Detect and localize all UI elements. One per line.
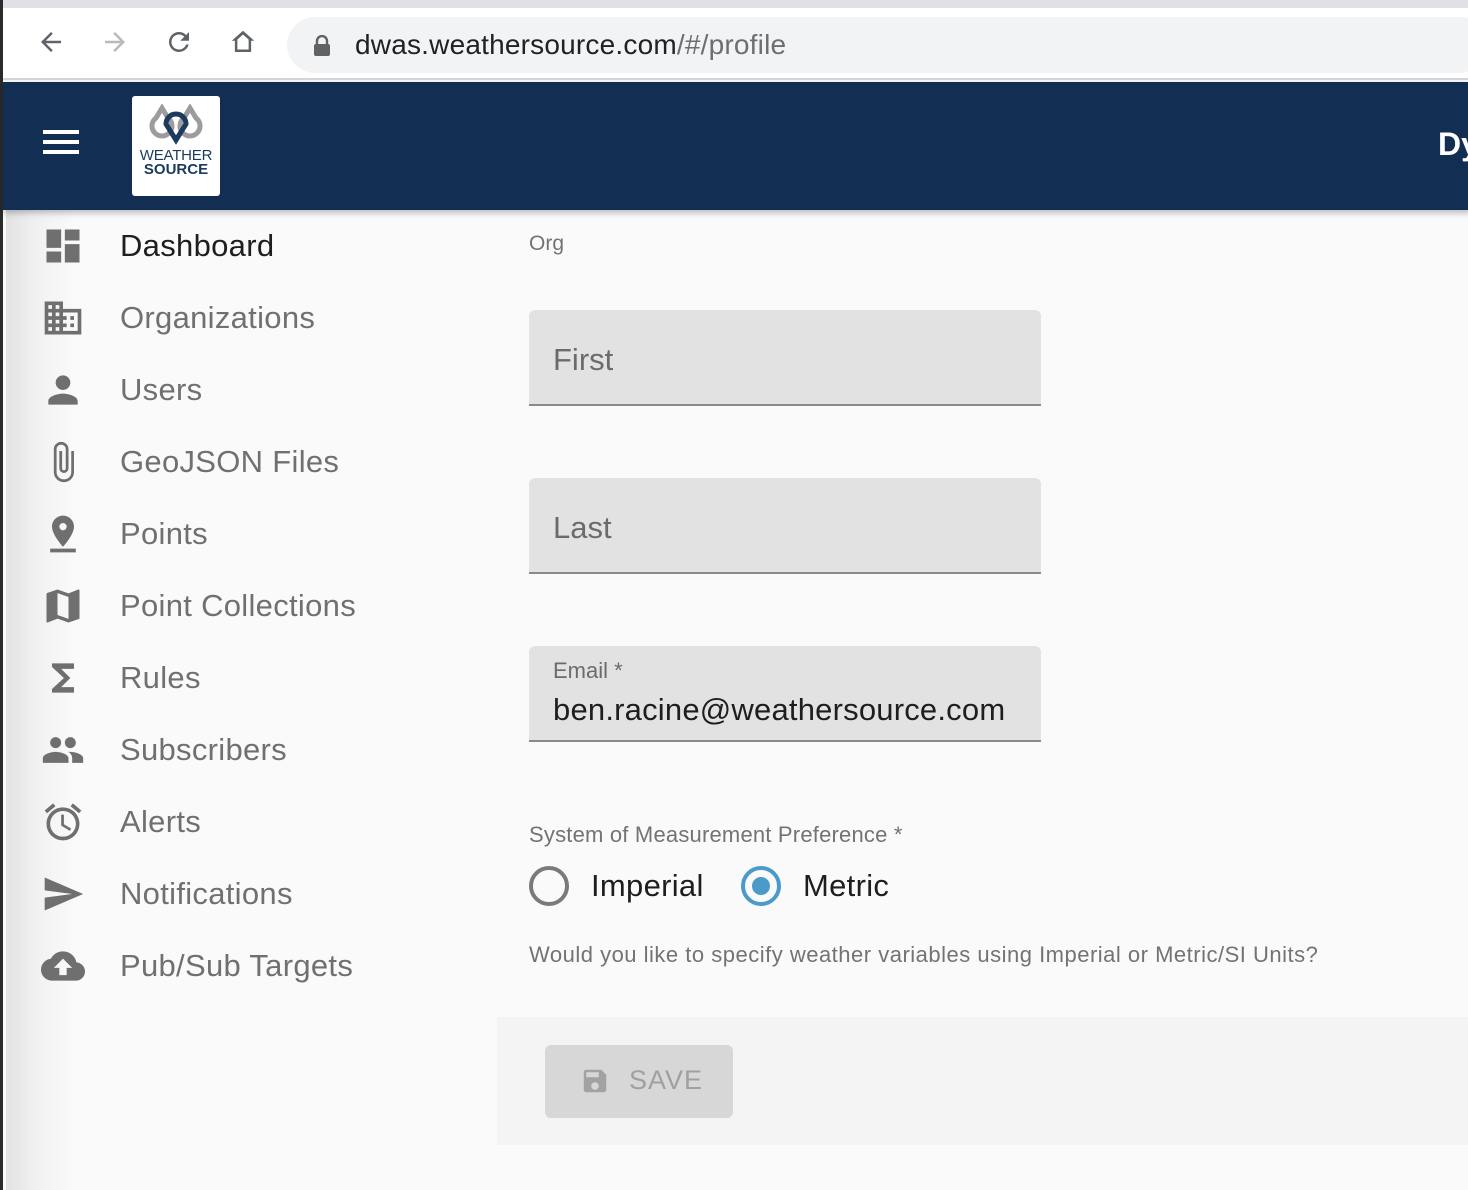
sidebar-item-label: Alerts [120,804,202,839]
radio-imperial[interactable]: Imperial [529,866,704,906]
sidebar-item-label: Point Collections [120,588,356,623]
url-text[interactable]: dwas.weathersource.com/#/profile [355,29,786,61]
send-icon [41,872,85,916]
sidebar-item-label: GeoJSON Files [120,444,340,479]
sigma-icon [41,656,85,700]
sidebar-item-geojson-files[interactable]: GeoJSON Files [6,426,486,498]
first-name-placeholder: First [553,342,614,377]
sidebar-item-label: Subscribers [120,732,287,767]
sidebar-item-label: Rules [120,660,201,695]
people-icon [41,728,85,772]
email-field[interactable]: Email * ben.racine@weathersource.com [529,646,1041,742]
reload-button[interactable] [161,24,197,60]
home-button[interactable] [225,24,261,60]
forward-button[interactable] [97,24,133,60]
url-host: dwas.weathersource.com [355,29,677,60]
menu-icon-bar [43,130,79,134]
address-bar[interactable]: dwas.weathersource.com/#/profile [287,17,1468,73]
sidebar-item-point-collections[interactable]: Point Collections [6,570,486,642]
dashboard-icon [41,224,85,268]
measurement-helper-text: Would you like to specify weather variab… [529,942,1319,967]
logo-text-source: SOURCE [143,161,209,178]
forward-arrow-icon [105,32,125,52]
save-button-label: SAVE [629,1065,704,1095]
url-path: /#/profile [676,29,787,60]
radio-checked-icon [741,866,781,906]
sidebar-item-points[interactable]: Points [6,498,486,570]
radio-metric[interactable]: Metric [741,866,889,906]
sidebar-nav: Dashboard Organizations Users GeoJSON Fi… [6,210,496,1190]
form-actions: SAVE [497,1017,1468,1145]
person-icon [41,368,85,412]
email-label: Email * [553,658,623,683]
lock-icon [314,35,330,56]
browser-toolbar: dwas.weathersource.com/#/profile [3,8,1468,80]
radio-imperial-label: Imperial [591,868,704,903]
sidebar-item-alerts[interactable]: Alerts [6,786,486,858]
sidebar-item-subscribers[interactable]: Subscribers [6,714,486,786]
hamburger-menu-button[interactable] [43,130,83,160]
menu-icon-bar [43,140,79,144]
back-arrow-icon [41,32,61,52]
browser-window: dwas.weathersource.com/#/profile WEATHER… [0,0,1468,1190]
save-button[interactable]: SAVE [545,1045,733,1118]
sidebar-item-label: Notifications [120,876,293,911]
last-name-placeholder: Last [553,510,612,545]
sidebar-item-label: Points [120,516,208,551]
email-value: ben.racine@weathersource.com [553,692,1006,727]
map-icon [41,584,85,628]
first-name-field[interactable]: First [529,310,1041,406]
sidebar-item-label: Pub/Sub Targets [120,948,354,983]
sidebar-item-dashboard[interactable]: Dashboard [6,210,486,282]
sidebar-item-organizations[interactable]: Organizations [6,282,486,354]
pin-drop-icon [41,512,85,556]
last-name-field[interactable]: Last [529,478,1041,574]
org-label: Org [529,232,565,255]
sidebar-item-rules[interactable]: Rules [6,642,486,714]
reload-icon [168,31,189,52]
sidebar-item-label: Users [120,372,203,407]
radio-unchecked-icon [529,866,569,906]
sidebar-item-users[interactable]: Users [6,354,486,426]
measurement-preference-label: System of Measurement Preference * [529,822,903,847]
tab-strip [3,0,1468,8]
sidebar-item-label: Dashboard [120,228,275,263]
weather-source-logo[interactable]: WEATHER SOURCE [132,96,220,196]
alarm-clock-icon [41,800,85,844]
save-icon [583,1069,607,1093]
paperclip-icon [41,440,85,484]
cloud-upload-icon [41,944,85,988]
back-button[interactable] [33,24,69,60]
app-bar: WEATHER SOURCE Dy [3,82,1468,210]
radio-metric-label: Metric [803,868,890,903]
menu-icon-bar [43,150,79,154]
building-icon [41,296,85,340]
sidebar-item-label: Organizations [120,300,316,335]
sidebar-item-pubsub-targets[interactable]: Pub/Sub Targets [6,930,486,1002]
sidebar-item-notifications[interactable]: Notifications [6,858,486,930]
app-title: Dy [1438,126,1468,162]
home-icon [231,30,255,52]
logo-drops-icon [149,104,203,145]
